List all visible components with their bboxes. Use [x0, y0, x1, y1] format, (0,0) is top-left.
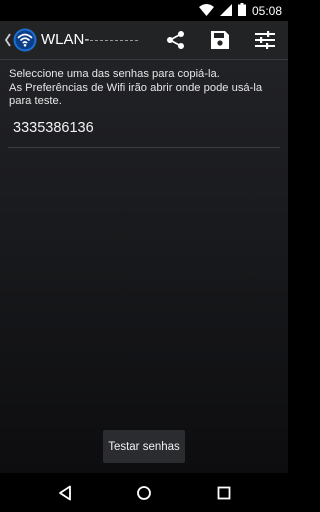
battery-icon — [237, 1, 246, 20]
instruction-line-1: Seleccione uma das senhas para copiá-la. — [9, 68, 220, 80]
navigation-bar — [0, 473, 288, 512]
wifi-icon — [198, 1, 214, 20]
save-icon — [211, 31, 229, 49]
filter-settings-button[interactable] — [251, 26, 279, 54]
password-text: 3335386136 — [13, 120, 94, 136]
instruction-line-2: As Preferências de Wifi irão abrir onde … — [9, 81, 263, 108]
settings-sliders-icon — [255, 31, 275, 49]
signal-icon — [219, 1, 232, 20]
wifi-logo-icon[interactable] — [13, 28, 37, 52]
home-button[interactable] — [134, 483, 154, 503]
recents-icon — [217, 486, 231, 500]
password-list-item[interactable]: 3335386136 — [8, 118, 280, 148]
save-button[interactable] — [206, 26, 234, 54]
app-screen: 05:08 WLAN- Seleccione uma das senhas pa… — [0, 0, 288, 512]
network-title-text: WLAN- — [41, 31, 90, 48]
action-bar: WLAN- — [0, 21, 288, 59]
share-button[interactable] — [162, 26, 190, 54]
main-content: Seleccione uma das senhas para copiá-la.… — [0, 60, 288, 473]
home-icon — [137, 486, 151, 500]
recents-button[interactable] — [214, 483, 234, 503]
test-passwords-button[interactable]: Testar senhas — [103, 430, 185, 463]
network-title: WLAN- — [41, 31, 139, 48]
back-icon — [59, 485, 71, 501]
back-button[interactable] — [55, 483, 75, 503]
status-bar: 05:08 — [0, 0, 288, 21]
clock: 05:08 — [251, 3, 282, 18]
share-icon — [167, 31, 184, 49]
instructions-text: Seleccione uma das senhas para copiá-la.… — [9, 68, 284, 109]
redacted-mask — [90, 39, 139, 42]
